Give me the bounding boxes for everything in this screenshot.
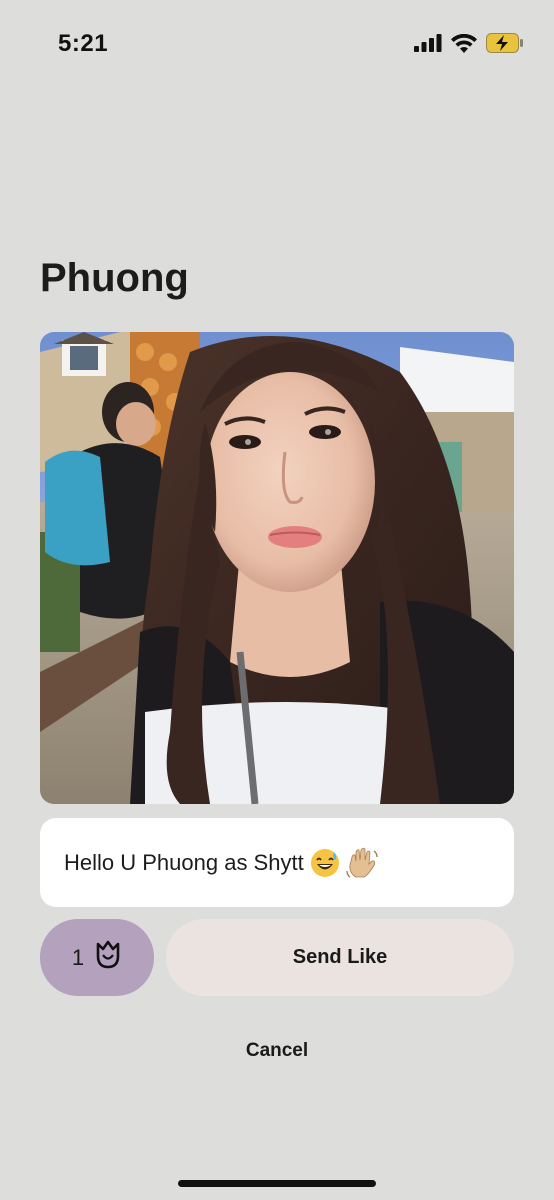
cellular-signal-icon [414, 34, 442, 57]
profile-photo[interactable] [40, 332, 514, 804]
status-icons [414, 33, 524, 58]
cancel-button[interactable]: Cancel [0, 1040, 554, 1062]
comment-box: Hello U Phuong as Shytt [40, 818, 514, 907]
rose-icon [94, 940, 122, 975]
wifi-icon [451, 33, 477, 58]
home-indicator[interactable] [178, 1180, 376, 1187]
status-time: 5:21 [58, 30, 109, 57]
grinning-sweat-emoji-icon [310, 848, 340, 878]
battery-charging-icon [486, 33, 524, 58]
send-like-button[interactable]: Send Like [166, 919, 514, 996]
status-bar: 5:21 [0, 0, 554, 90]
comment-text: Hello U Phuong as Shytt [64, 849, 304, 875]
waving-hand-emoji-icon [346, 847, 380, 879]
rose-button[interactable]: 1 [40, 919, 154, 996]
rose-count: 1 [71, 944, 85, 970]
profile-name: Phuong [40, 256, 189, 300]
selfie-photo-image [40, 332, 514, 804]
